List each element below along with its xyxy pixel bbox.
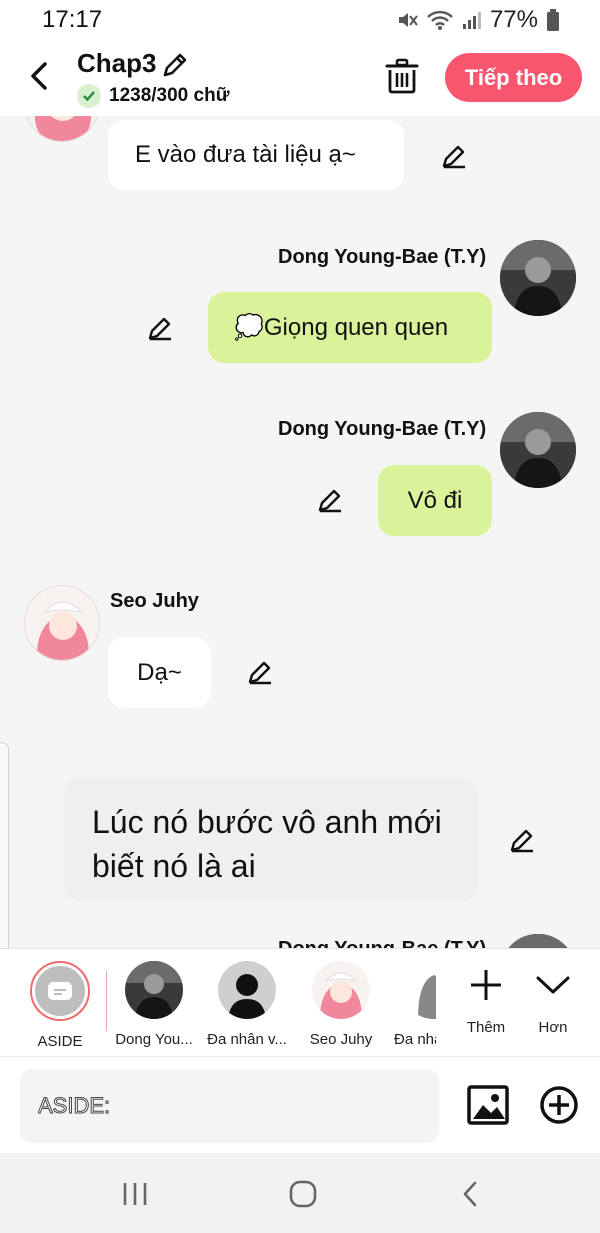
add-label: Thêm	[466, 1019, 506, 1036]
edit-message-icon[interactable]	[246, 658, 274, 686]
character-label: Đa nhân v...	[207, 1031, 287, 1048]
avatar-seo-juhy[interactable]	[24, 116, 100, 142]
message-text: E vào đưa tài liệu ạ~	[135, 141, 356, 168]
message-bubble[interactable]: Vô đi	[378, 465, 492, 536]
word-count: 1238/300 chữ	[77, 84, 229, 108]
character-label: ASIDE	[37, 1033, 83, 1050]
edit-message-icon[interactable]	[316, 486, 344, 514]
battery-percent: 77%	[489, 6, 538, 33]
aside-text: Lúc nó bước vô anh mới biết nó là ai	[92, 804, 442, 884]
wifi-icon	[427, 10, 453, 30]
chat-bubble-icon	[48, 982, 72, 1000]
avatar	[125, 961, 183, 1019]
edit-message-icon[interactable]	[440, 142, 468, 170]
trash-icon[interactable]	[385, 58, 419, 94]
page-title: Chap3	[77, 48, 157, 78]
chevron-left-icon	[31, 62, 47, 90]
home-icon	[289, 1180, 317, 1208]
message-bubble[interactable]: Dạ~	[108, 637, 211, 708]
character-da-nhan-vat[interactable]: Đa nhân v...	[202, 961, 292, 1048]
avatar-seo-juhy[interactable]	[24, 585, 100, 661]
character-da-nhan-vat-2[interactable]: Đa nhâ	[388, 961, 436, 1048]
sender-name: Dong Young-Bae (T.Y)	[278, 246, 487, 268]
message-bubble[interactable]: 💭Giọng quen quen	[208, 292, 492, 363]
message-text: Vô đi	[407, 486, 463, 514]
edit-message-icon[interactable]	[508, 826, 536, 854]
status-bar: 17:17 77%	[0, 0, 600, 40]
add-character-button[interactable]: Thêm	[456, 961, 516, 1036]
system-back-button[interactable]	[450, 1177, 490, 1211]
avatar-dong-young-bae[interactable]	[500, 412, 576, 488]
image-icon[interactable]	[467, 1085, 509, 1125]
avatar	[404, 961, 436, 1019]
back-button[interactable]	[22, 56, 56, 96]
character-label: Dong You...	[115, 1031, 193, 1048]
chat-area[interactable]: E vào đưa tài liệu ạ~ Dong Young-Bae (T.…	[0, 116, 600, 948]
mute-icon	[398, 13, 418, 27]
signal-icon	[462, 12, 481, 29]
status-time: 17:17	[42, 6, 103, 33]
word-count-text: 1238/300 chữ	[109, 85, 230, 106]
add-circle-icon[interactable]	[539, 1085, 579, 1125]
chevron-down-icon	[536, 976, 570, 994]
divider	[106, 971, 107, 1031]
avatar	[312, 961, 370, 1019]
sender-name: Dong Young-Bae (T.Y)	[278, 418, 487, 440]
sender-name: Seo Juhy	[110, 590, 199, 612]
back-icon	[463, 1181, 477, 1207]
system-nav-bar	[0, 1153, 600, 1233]
check-icon	[77, 84, 101, 108]
recent-apps-icon	[123, 1183, 147, 1205]
character-label: Đa nhâ	[394, 1031, 436, 1048]
avatar-dong-young-bae[interactable]	[500, 934, 576, 948]
more-button[interactable]: Hơn	[523, 961, 583, 1036]
aside-avatar	[30, 961, 90, 1021]
next-button[interactable]: Tiếp theo	[445, 53, 582, 102]
aside-bubble[interactable]: Lúc nó bước vô anh mới biết nó là ai	[64, 778, 478, 901]
avatar	[218, 961, 276, 1019]
message-text: 💭Giọng quen quen	[234, 314, 449, 341]
character-seo-juhy[interactable]: Seo Juhy	[296, 961, 386, 1048]
input-row	[0, 1056, 600, 1153]
character-label: Seo Juhy	[309, 1031, 373, 1048]
character-bar: ASIDE Dong You... Đa nhân v... Seo Juhy …	[0, 948, 600, 1056]
scroll-handle[interactable]	[0, 742, 9, 948]
message-bubble[interactable]: E vào đưa tài liệu ạ~	[108, 120, 404, 190]
message-input[interactable]	[20, 1069, 439, 1143]
edit-title-icon[interactable]	[160, 50, 190, 80]
recent-apps-button[interactable]	[115, 1177, 155, 1211]
header: Chap3 1238/300 chữ Tiếp theo	[0, 40, 600, 116]
home-button[interactable]	[283, 1177, 323, 1211]
battery-icon	[547, 9, 559, 31]
character-aside[interactable]: ASIDE	[15, 961, 105, 1050]
status-icons: 77%	[396, 6, 560, 34]
edit-message-icon[interactable]	[146, 314, 174, 342]
sender-name: Dong Young-Bae (T.Y)	[278, 938, 486, 948]
avatar-dong-young-bae[interactable]	[500, 240, 576, 316]
message-text: Dạ~	[137, 658, 182, 686]
plus-icon	[471, 970, 501, 1000]
character-dong-young-bae[interactable]: Dong You...	[109, 961, 199, 1048]
more-label: Hơn	[538, 1019, 568, 1036]
